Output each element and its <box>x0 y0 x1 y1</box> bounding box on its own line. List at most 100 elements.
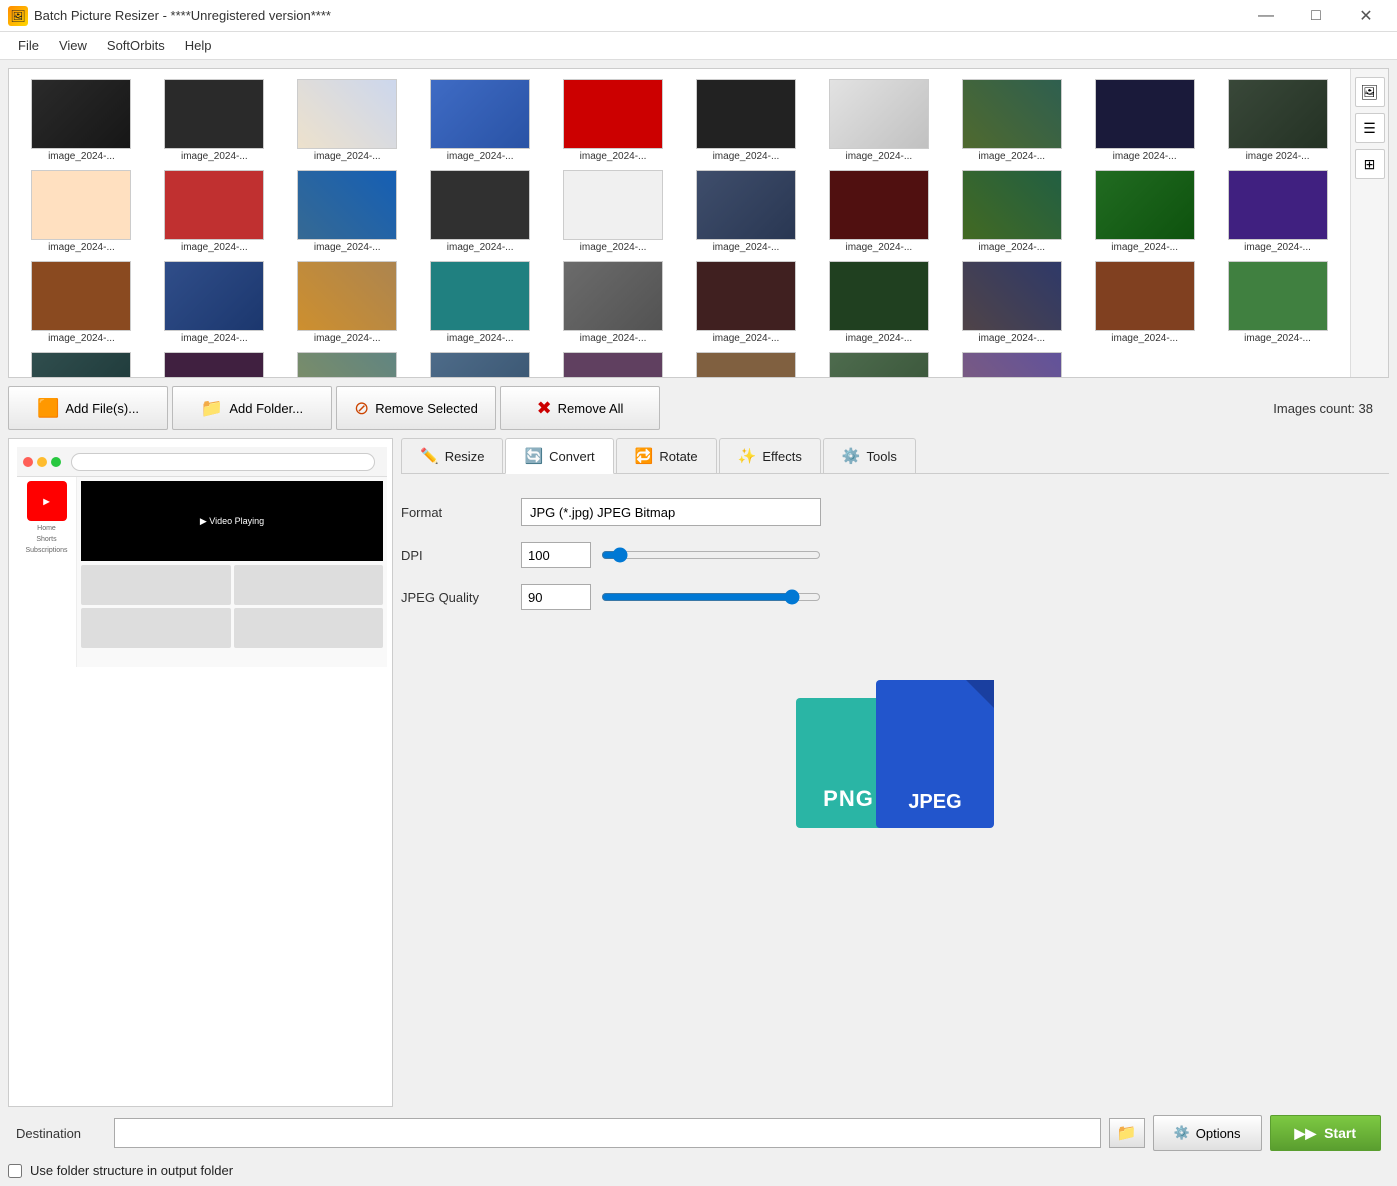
tab-rotate[interactable]: 🔁 Rotate <box>616 438 717 473</box>
gallery-item[interactable]: image_2024-... <box>1213 168 1342 255</box>
gallery-item[interactable]: image_2024-... <box>549 168 678 255</box>
menu-view[interactable]: View <box>49 34 97 57</box>
toolbar: 🟧 Add File(s)... 📁 Add Folder... ⊘ Remov… <box>8 386 1389 430</box>
gallery-item-label: image_2024-... <box>713 151 780 162</box>
remove-selected-button[interactable]: ⊘ Remove Selected <box>336 386 496 430</box>
gallery-item[interactable]: image_2024-... <box>150 77 279 164</box>
remove-all-label: Remove All <box>558 401 624 416</box>
dpi-slider[interactable] <box>601 547 821 563</box>
gallery-item[interactable]: image_2024-... <box>150 350 279 377</box>
list-view-button[interactable]: ☰ <box>1355 113 1385 143</box>
gallery-item[interactable]: image_2024-... <box>947 77 1076 164</box>
gallery-item[interactable]: image 2024-... <box>1080 77 1209 164</box>
gallery-item[interactable]: image_2024-... <box>283 77 412 164</box>
gallery-item[interactable]: image_2024-... <box>681 77 810 164</box>
gallery-item-label: image_2024-... <box>580 151 647 162</box>
gallery-item[interactable]: image_2024-... <box>681 168 810 255</box>
format-select[interactable]: JPG (*.jpg) JPEG Bitmap PNG (*.png) Port… <box>521 498 821 526</box>
gallery-item[interactable]: image_2024-... <box>1213 259 1342 346</box>
gallery-item[interactable]: image_2024-... <box>283 259 412 346</box>
jpeg-quality-control <box>521 584 1389 610</box>
tab-rotate-label: Rotate <box>659 449 697 464</box>
tools-tab-icon: ⚙️ <box>842 447 861 465</box>
gallery-item[interactable]: image_2024-... <box>549 350 678 377</box>
gallery-item[interactable]: image 2024-... <box>1213 77 1342 164</box>
gallery-item[interactable]: image_2024-... <box>1080 168 1209 255</box>
jpeg-quality-slider[interactable] <box>601 589 821 605</box>
gallery-item[interactable]: image_2024-... <box>814 77 943 164</box>
gallery-item[interactable]: image_2024-... <box>681 350 810 377</box>
thumbnail-view-button[interactable]: 🖼 <box>1355 77 1385 107</box>
gallery-item[interactable]: image_2024-... <box>947 259 1076 346</box>
gallery-item[interactable]: image_2024-... <box>416 259 545 346</box>
menu-help[interactable]: Help <box>175 34 222 57</box>
gallery-item-label: image_2024-... <box>447 151 514 162</box>
options-button[interactable]: ⚙️ Options <box>1153 1115 1262 1151</box>
gallery-item[interactable]: image_2024-... <box>150 168 279 255</box>
tab-effects[interactable]: ✨ Effects <box>719 438 821 473</box>
close-button[interactable]: ✕ <box>1343 0 1389 32</box>
gallery-item-label: image_2024-... <box>580 333 647 344</box>
dpi-input[interactable] <box>528 548 588 563</box>
tab-tools[interactable]: ⚙️ Tools <box>823 438 916 473</box>
jpeg-label: JPEG <box>908 791 961 814</box>
minimize-button[interactable]: — <box>1243 0 1289 32</box>
start-button[interactable]: ▶▶ Start <box>1270 1115 1381 1151</box>
gallery-item[interactable]: image_2024-... <box>681 259 810 346</box>
dpi-slider-container <box>521 542 1389 568</box>
gallery-scroll[interactable]: image_2024-...image_2024-...image_2024-.… <box>9 69 1350 377</box>
gallery-item[interactable]: image_2024-... <box>283 350 412 377</box>
add-folder-label: Add Folder... <box>229 401 303 416</box>
menu-file[interactable]: File <box>8 34 49 57</box>
gallery-item-label: image_2024-... <box>447 333 514 344</box>
menu-softorbits[interactable]: SoftOrbits <box>97 34 175 57</box>
gallery-item[interactable]: image_2024-... <box>17 77 146 164</box>
remove-all-button[interactable]: ✖ Remove All <box>500 386 660 430</box>
maximize-button[interactable]: □ <box>1293 0 1339 32</box>
bottom-bar: Destination 📁 ⚙️ Options ▶▶ Start <box>8 1107 1389 1159</box>
gallery-item[interactable]: image_2024-... <box>947 168 1076 255</box>
gallery-item[interactable]: image_2024-... <box>416 77 545 164</box>
gallery-item[interactable]: image_2024-... <box>814 168 943 255</box>
gallery-item[interactable]: image_2024-... <box>814 350 943 377</box>
tab-convert-label: Convert <box>549 449 595 464</box>
gallery-item[interactable]: image_2024-... <box>947 350 1076 377</box>
gallery-item-label: image_2024-... <box>713 333 780 344</box>
gallery-item[interactable]: image_2024-... <box>283 168 412 255</box>
jpeg-quality-input[interactable] <box>528 590 588 605</box>
gallery-item[interactable]: image_2024-... <box>1080 259 1209 346</box>
use-folder-structure-checkbox[interactable] <box>8 1164 22 1178</box>
gallery-item[interactable]: image_2024-... <box>17 168 146 255</box>
gallery-item[interactable]: image_2024-... <box>416 168 545 255</box>
gallery-item[interactable]: image_2024-... <box>814 259 943 346</box>
gallery-item[interactable]: image_2024-... <box>549 259 678 346</box>
tab-resize-label: Resize <box>445 449 485 464</box>
gallery-item-label: image_2024-... <box>181 333 248 344</box>
format-row: Format JPG (*.jpg) JPEG Bitmap PNG (*.pn… <box>401 498 1389 526</box>
main-container: image_2024-...image_2024-...image_2024-.… <box>0 60 1397 1186</box>
grid-view-button[interactable]: ⊞ <box>1355 149 1385 179</box>
gallery-item[interactable]: image_2024-... <box>17 259 146 346</box>
destination-input[interactable] <box>114 1118 1101 1148</box>
gallery-item-label: image_2024-... <box>580 242 647 253</box>
gallery-item[interactable]: image_2024-... <box>150 259 279 346</box>
content-area: ▶ Home Shorts Subscriptions ▶ Video Play… <box>8 438 1389 1107</box>
resize-tab-icon: ✏️ <box>420 447 439 465</box>
gallery-item-label: image_2024-... <box>48 151 115 162</box>
remove-selected-label: Remove Selected <box>375 401 478 416</box>
gallery-item-label: image 2024-... <box>1113 151 1177 162</box>
jpeg-quality-label: JPEG Quality <box>401 590 521 605</box>
jpeg-file-icon: JPEG <box>876 680 994 828</box>
add-folder-button[interactable]: 📁 Add Folder... <box>172 386 332 430</box>
add-folder-icon: 📁 <box>201 398 223 419</box>
gallery-item[interactable]: image_2024-... <box>17 350 146 377</box>
tab-resize[interactable]: ✏️ Resize <box>401 438 503 473</box>
rotate-tab-icon: 🔁 <box>635 447 654 465</box>
browse-folder-button[interactable]: 📁 <box>1109 1118 1145 1148</box>
tab-convert[interactable]: 🔄 Convert <box>505 438 613 474</box>
jpeg-quality-slider-container <box>521 584 1389 610</box>
add-files-button[interactable]: 🟧 Add File(s)... <box>8 386 168 430</box>
gallery-item[interactable]: image_2024-... <box>416 350 545 377</box>
gallery-item[interactable]: image_2024-... <box>549 77 678 164</box>
gallery-item-label: image_2024-... <box>845 242 912 253</box>
